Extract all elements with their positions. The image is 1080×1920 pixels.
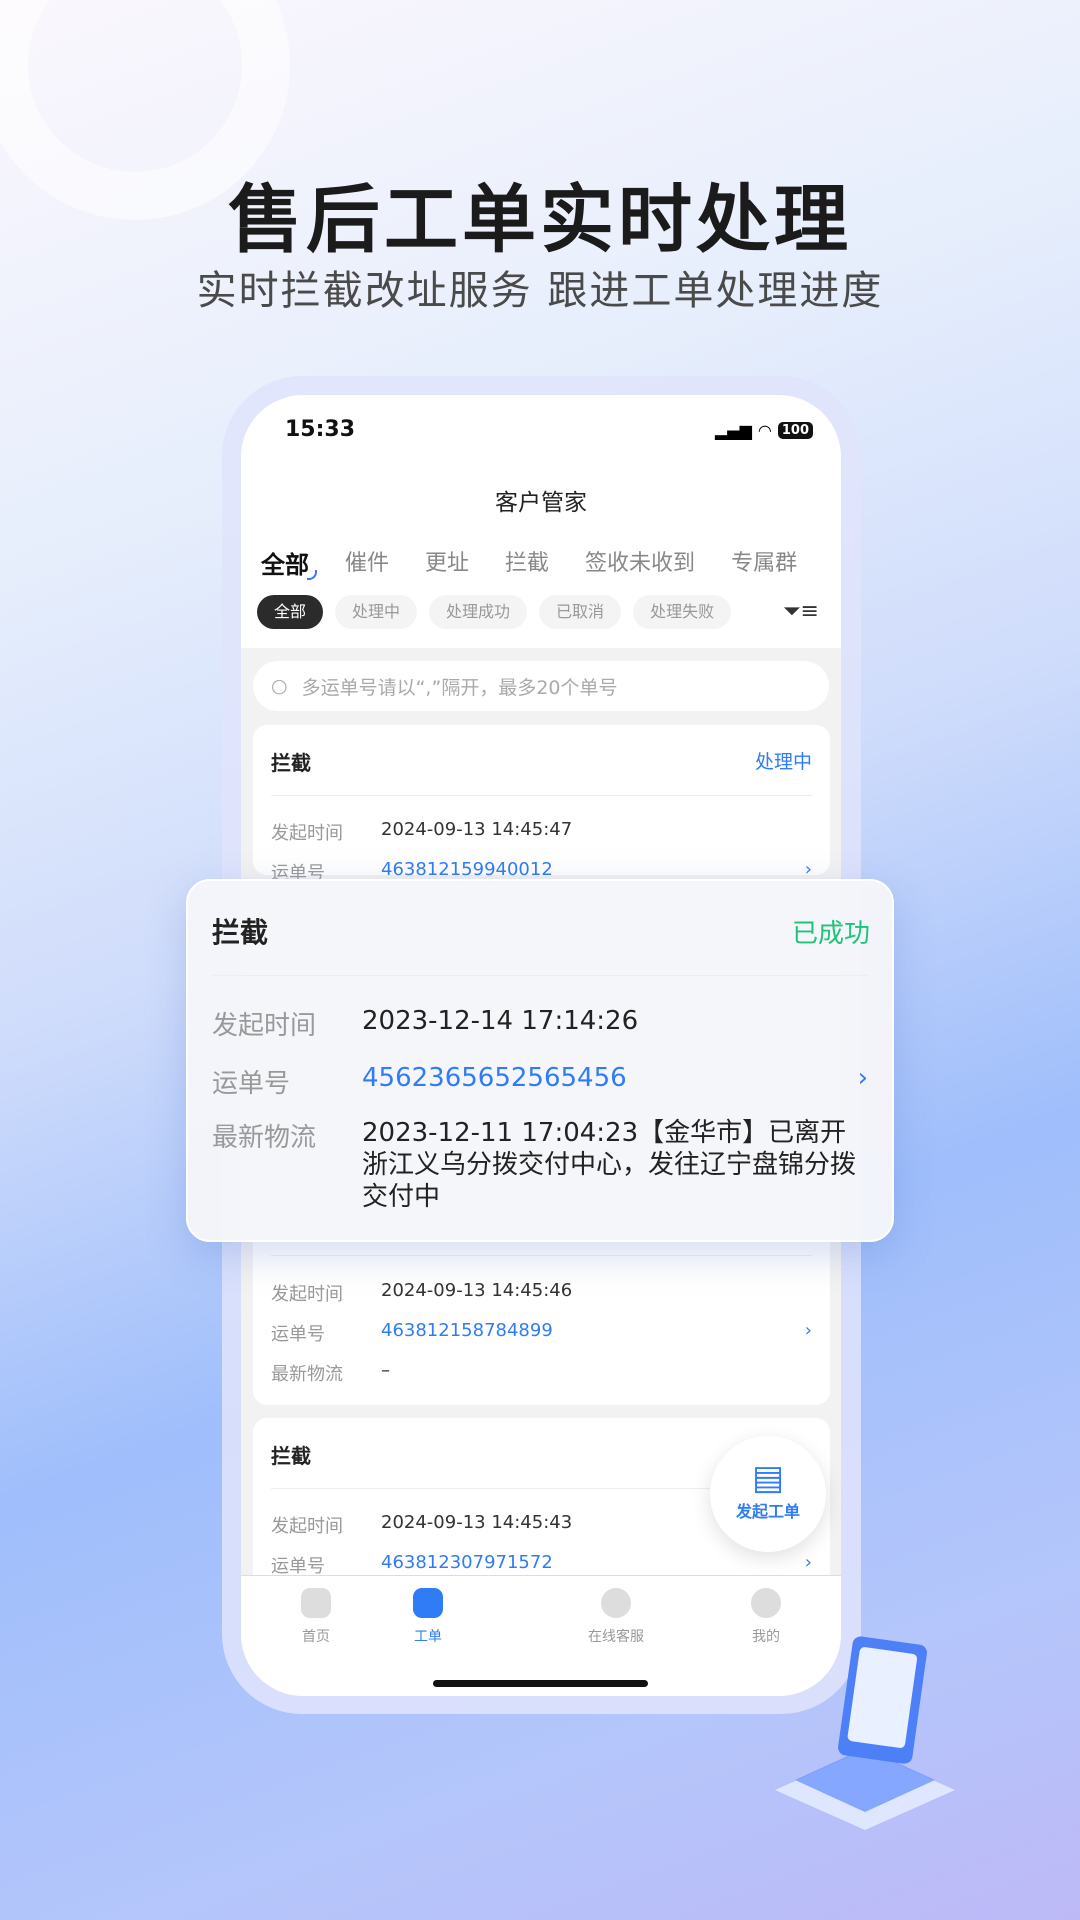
bottom-tab-bar: 首页 工单 在线客服 我的: [241, 1575, 841, 1696]
time-row: 发起时间 2024-09-13 14:45:46: [271, 1280, 573, 1305]
chevron-right-icon: ›: [804, 1320, 812, 1341]
hero-title: 售后工单实时处理: [228, 177, 852, 263]
filter-icon[interactable]: ⏷≡: [783, 599, 819, 624]
chip-processing[interactable]: 处理中: [335, 595, 418, 629]
profile-icon: [751, 1588, 781, 1618]
logistics-row: 最新物流 –: [271, 1360, 390, 1385]
signal-icon: ▂▄▆: [714, 421, 752, 440]
tab-not-received[interactable]: 签收未收到: [585, 545, 695, 580]
home-indicator: [433, 1680, 648, 1687]
create-workorder-button[interactable]: ▤ 发起工单: [710, 1436, 826, 1552]
divider: [271, 1255, 812, 1256]
time-row: 发起时间 2024-09-13 14:45:47: [271, 819, 573, 844]
chip-all[interactable]: 全部: [257, 595, 324, 629]
home-icon: [301, 1588, 331, 1618]
card-type: 拦截: [271, 751, 311, 775]
hero-subtitle: 实时拦截改址服务 跟进工单处理进度: [196, 268, 884, 314]
order-card[interactable]: 拦截 处理中 发起时间 2024-09-13 14:45:47 运单号 463812…: [253, 725, 830, 884]
status-badge: 处理中: [754, 751, 812, 773]
search-icon: ○: [271, 675, 288, 697]
status-time: 15:33: [285, 417, 356, 442]
tab-all[interactable]: 全部: [261, 545, 317, 580]
search-input[interactable]: ○ 多运单号请以“,”隔开，最多20个单号: [253, 661, 829, 711]
wifi-icon: ◠: [757, 421, 772, 440]
category-tabs: 全部 催件 更址 拦截 签收未收到 专属群: [261, 545, 797, 580]
status-badge: 已成功: [791, 919, 870, 949]
chip-cancelled[interactable]: 已取消: [539, 595, 622, 629]
chip-failed[interactable]: 处理失败: [633, 595, 732, 629]
page-title: 客户管家: [495, 490, 587, 516]
tab-online-service[interactable]: 在线客服: [541, 1588, 691, 1646]
tab-address-change[interactable]: 更址: [425, 545, 469, 580]
status-filter-chips: 全部 处理中 处理成功 已取消 处理失败: [257, 595, 732, 629]
clipboard-platform-illustration: [775, 1636, 955, 1830]
search-placeholder: 多运单号请以“,”隔开，最多20个单号: [301, 676, 618, 699]
highlighted-order-card[interactable]: 拦截 已成功 发起时间 2023-12-14 17:14:26 运单号 456236…: [186, 879, 894, 1242]
waybill-row[interactable]: 运单号 4562365652565456 ›: [212, 1063, 868, 1100]
tab-intercept[interactable]: 拦截: [505, 545, 549, 580]
card-type: 拦截: [212, 916, 269, 949]
order-card[interactable]: 发起时间 2024-09-13 14:45:46 运单号 4638121587848…: [253, 1215, 830, 1405]
chevron-right-icon: ›: [857, 1063, 868, 1093]
logistics-row: 最新物流 2023-12-11 17:04:23【金华市】已离开浙江义乌分拨交付中…: [212, 1118, 857, 1212]
tab-urge[interactable]: 催件: [345, 545, 389, 580]
card-type: 拦截: [271, 1444, 311, 1468]
time-row: 发起时间 2023-12-14 17:14:26: [212, 1006, 639, 1041]
chip-success[interactable]: 处理成功: [429, 595, 528, 629]
tab-exclusive-group[interactable]: 专属群: [731, 545, 797, 580]
battery-icon: 100: [777, 422, 813, 439]
tab-workorder[interactable]: 工单: [353, 1588, 503, 1646]
divider: [212, 975, 868, 976]
workorder-icon: [413, 1588, 443, 1618]
document-add-icon: ▤: [751, 1458, 785, 1498]
headset-icon: [601, 1588, 631, 1618]
status-icons: ▂▄▆ ◠ 100: [715, 421, 813, 440]
divider: [271, 795, 812, 796]
waybill-row[interactable]: 运单号 463812158784899 ›: [271, 1320, 812, 1346]
